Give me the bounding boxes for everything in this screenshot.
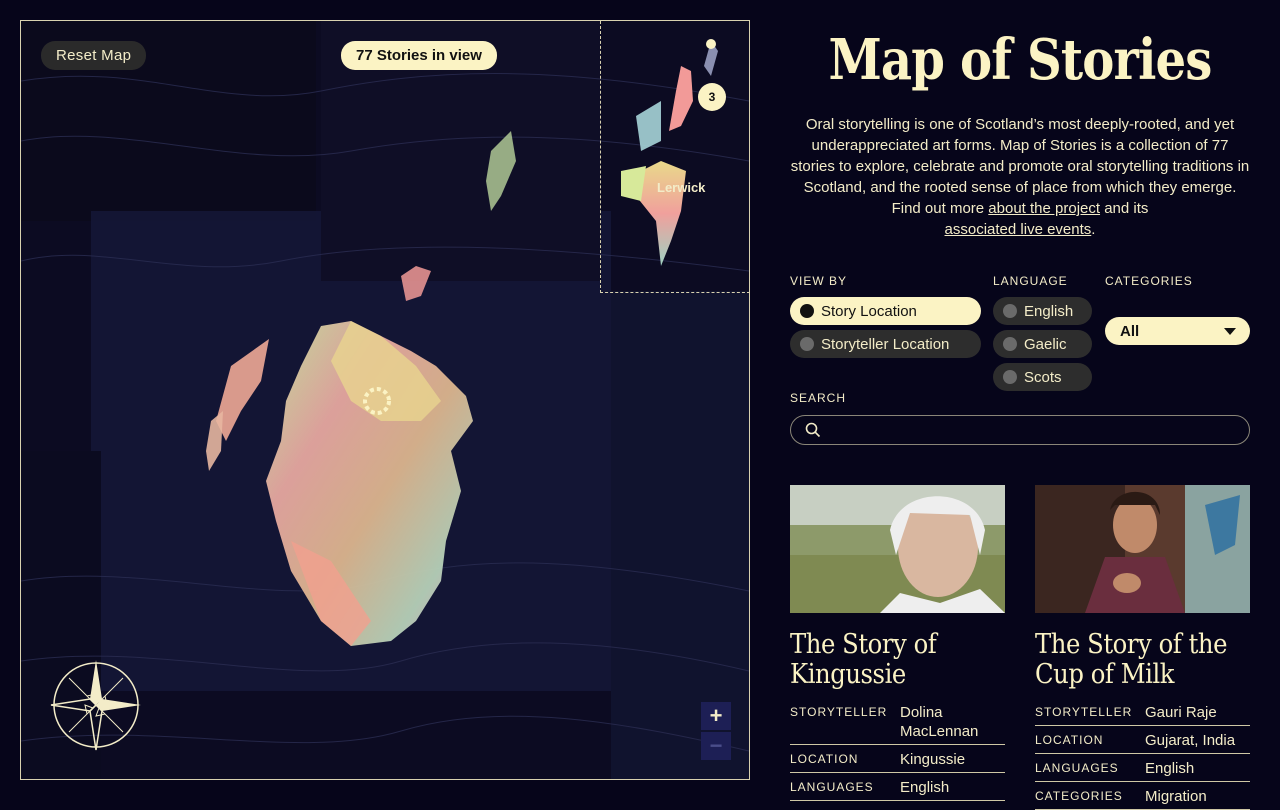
chip-label: Scots bbox=[1024, 368, 1062, 386]
story-title[interactable]: The Story of the Cup of Milk bbox=[1035, 630, 1251, 690]
meta-value: Gujarat, India bbox=[1145, 732, 1236, 749]
meta-key: CATEGORIES bbox=[1035, 789, 1123, 803]
toggle-dot-icon bbox=[1003, 304, 1017, 318]
meta-value: Kingussie bbox=[900, 751, 966, 768]
meta-value: English bbox=[1145, 760, 1195, 777]
search-icon bbox=[805, 422, 821, 438]
toggle-dot-icon bbox=[1003, 370, 1017, 384]
meta-key: LANGUAGES bbox=[1035, 761, 1119, 775]
categories-value: All bbox=[1120, 322, 1140, 340]
story-meta-row: LOCATION Kingussie bbox=[790, 745, 1005, 773]
language-label: LANGUAGE bbox=[993, 274, 1068, 288]
search-input[interactable] bbox=[825, 420, 1239, 442]
compass-rose-icon bbox=[50, 660, 141, 751]
stories-in-view-badge: 77 Stories in view bbox=[341, 41, 497, 70]
categories-select[interactable]: All bbox=[1105, 317, 1250, 345]
meta-key: LANGUAGES bbox=[790, 780, 874, 794]
selected-location-marker-icon[interactable] bbox=[359, 383, 395, 419]
page-title: Map of Stories bbox=[828, 27, 1212, 93]
meta-key: STORYTELLER bbox=[1035, 705, 1133, 719]
story-cluster-marker[interactable]: 3 bbox=[698, 83, 726, 111]
language-gaelic[interactable]: Gaelic bbox=[993, 330, 1092, 358]
story-meta-row: LANGUAGES English bbox=[1035, 754, 1250, 782]
story-meta-row: STORYTELLER Gauri Raje bbox=[1035, 698, 1250, 726]
chip-label: Story Location bbox=[821, 302, 917, 320]
inset-place-label: Lerwick bbox=[657, 180, 706, 195]
meta-value: Dolina MacLennan bbox=[900, 704, 979, 740]
story-meta-row: CATEGORIES Migration bbox=[1035, 782, 1250, 810]
meta-key: STORYTELLER bbox=[790, 705, 888, 719]
zoom-controls: + − bbox=[701, 702, 731, 762]
story-map[interactable]: Lerwick 3 Reset Map 77 Stories in view +… bbox=[20, 20, 750, 780]
search-label: SEARCH bbox=[790, 391, 847, 405]
chip-label: Gaelic bbox=[1024, 335, 1067, 353]
radio-dot-icon bbox=[800, 337, 814, 351]
reset-map-button[interactable]: Reset Map bbox=[41, 41, 147, 70]
story-card[interactable]: The Story of Kingussie STORYTELLER Dolina… bbox=[790, 485, 1005, 801]
meta-value: English bbox=[900, 779, 950, 796]
side-panel: Map of Stories Oral storytelling is one … bbox=[790, 20, 1250, 445]
zoom-in-button[interactable]: + bbox=[701, 702, 731, 730]
intro-paragraph: Oral storytelling is one of Scotland’s m… bbox=[790, 114, 1250, 240]
meta-key: LOCATION bbox=[1035, 733, 1104, 747]
meta-value: Gauri Raje bbox=[1145, 704, 1217, 721]
storyteller-photo bbox=[1035, 485, 1250, 613]
story-title[interactable]: The Story of Kingussie bbox=[790, 630, 1006, 690]
story-card[interactable]: The Story of the Cup of Milk STORYTELLER… bbox=[1035, 485, 1250, 810]
intro-end-text: . bbox=[1091, 221, 1096, 238]
view-by-label: VIEW BY bbox=[790, 274, 848, 288]
view-by-story-location[interactable]: Story Location bbox=[790, 297, 981, 325]
chip-label: English bbox=[1024, 302, 1074, 320]
search-box[interactable] bbox=[790, 415, 1250, 445]
radio-dot-icon bbox=[800, 304, 814, 318]
language-english[interactable]: English bbox=[993, 297, 1092, 325]
about-project-link[interactable]: about the project bbox=[988, 200, 1100, 217]
story-meta-row: LANGUAGES English bbox=[790, 773, 1005, 801]
zoom-out-button[interactable]: − bbox=[701, 732, 731, 760]
story-meta-row: LOCATION Gujarat, India bbox=[1035, 726, 1250, 754]
toggle-dot-icon bbox=[1003, 337, 1017, 351]
meta-value: Migration bbox=[1145, 788, 1207, 805]
categories-label: CATEGORIES bbox=[1105, 274, 1193, 288]
language-scots[interactable]: Scots bbox=[993, 363, 1092, 391]
live-events-link[interactable]: associated live events bbox=[945, 221, 1092, 238]
meta-key: LOCATION bbox=[790, 752, 859, 766]
view-by-storyteller-location[interactable]: Storyteller Location bbox=[790, 330, 981, 358]
intro-mid-text: and its bbox=[1100, 200, 1149, 217]
chevron-down-icon bbox=[1224, 328, 1236, 335]
shetland-inset[interactable]: Lerwick 3 bbox=[600, 21, 749, 293]
chip-label: Storyteller Location bbox=[821, 335, 950, 353]
storyteller-photo bbox=[790, 485, 1005, 613]
story-meta-row: STORYTELLER Dolina MacLennan bbox=[790, 698, 1005, 745]
